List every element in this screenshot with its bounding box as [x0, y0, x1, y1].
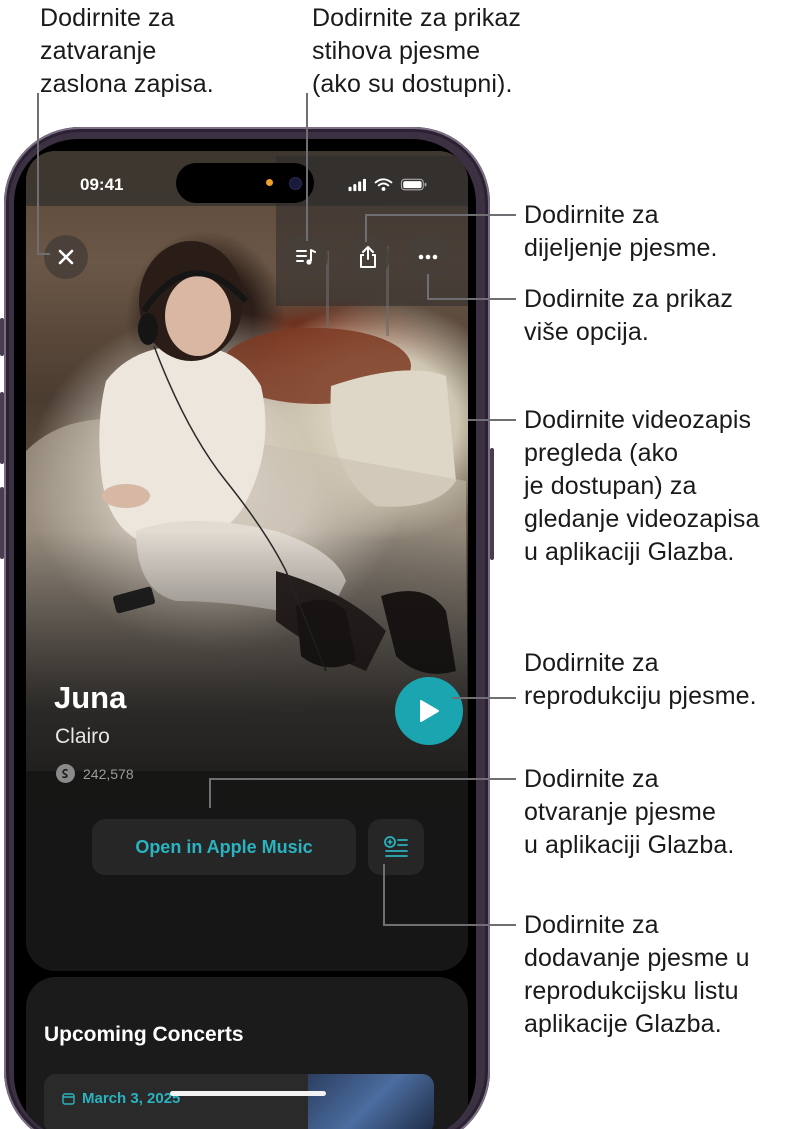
lyrics-callout-line	[306, 93, 308, 241]
close-callout-line-h	[37, 253, 50, 255]
song-title: Juna	[54, 680, 127, 715]
open-callout: Dodirnite za otvaranje pjesme u aplikaci…	[524, 765, 735, 859]
lyrics-callout: Dodirnite za prikaz stihova pjesme (ako …	[312, 4, 521, 98]
close-icon	[58, 249, 74, 265]
video-callout: Dodirnite videozapis pregleda (ako je do…	[524, 406, 760, 566]
hero-gradient	[26, 531, 468, 971]
upcoming-concerts-card: Upcoming Concerts March 3, 2025	[26, 977, 468, 1129]
play-icon	[420, 700, 439, 722]
ellipsis-icon	[418, 254, 438, 260]
song-hero-card: Juna Clairo 242,578 Open in Apple Music	[26, 151, 468, 971]
home-indicator[interactable]	[170, 1091, 326, 1096]
privacy-indicator	[266, 179, 273, 186]
close-callout-line	[37, 93, 39, 254]
dynamic-island	[176, 163, 314, 203]
phone-screen: Juna Clairo 242,578 Open in Apple Music	[14, 139, 476, 1129]
concert-item[interactable]: March 3, 2025	[44, 1074, 434, 1129]
page: Juna Clairo 242,578 Open in Apple Music	[0, 0, 812, 1129]
lyrics-button[interactable]	[284, 235, 328, 279]
share-callout: Dodirnite za dijeljenje pjesme.	[524, 201, 718, 262]
add-to-playlist-button[interactable]	[368, 819, 424, 875]
play-callout: Dodirnite za reprodukciju pjesme.	[524, 649, 757, 710]
play-button[interactable]	[395, 677, 463, 745]
concert-date-text: March 3, 2025	[82, 1090, 181, 1107]
more-callout-line-h	[428, 298, 516, 300]
share-callout-line-h	[366, 214, 516, 216]
shazam-count-value: 242,578	[83, 765, 134, 782]
more-options-button[interactable]	[406, 235, 450, 279]
shazam-count: 242,578	[56, 764, 134, 783]
open-callout-line-h	[210, 778, 516, 780]
video-callout-line	[468, 419, 516, 421]
battery-icon	[400, 178, 427, 191]
more-callout-line-v	[427, 274, 429, 300]
cellular-signal-icon	[348, 178, 366, 192]
shazam-icon	[56, 764, 75, 783]
volume-down-button	[0, 487, 4, 559]
calendar-icon	[62, 1093, 75, 1105]
more-callout: Dodirnite za prikaz više opcija.	[524, 285, 733, 346]
share-callout-line-v	[365, 214, 367, 242]
share-button[interactable]	[346, 235, 390, 279]
open-in-apple-music-button[interactable]: Open in Apple Music	[92, 819, 356, 875]
status-icons	[348, 178, 427, 192]
artist-name[interactable]: Clairo	[55, 725, 110, 749]
add-callout: Dodirnite za dodavanje pjesme u reproduk…	[524, 911, 750, 1038]
upcoming-concerts-heading: Upcoming Concerts	[44, 1023, 244, 1046]
close-callout: Dodirnite za zatvaranje zaslona zapisa.	[40, 4, 214, 98]
concert-thumbnail	[308, 1074, 434, 1129]
add-callout-line-h	[383, 924, 516, 926]
open-callout-line-v	[209, 778, 211, 808]
front-camera	[289, 177, 302, 190]
volume-up-button	[0, 392, 4, 464]
side-button	[490, 448, 494, 560]
wifi-icon	[374, 178, 393, 191]
add-callout-line-v	[383, 864, 385, 925]
add-to-playlist-icon	[384, 836, 408, 857]
concert-date: March 3, 2025	[62, 1090, 180, 1107]
action-button	[0, 318, 4, 356]
play-callout-line	[452, 697, 516, 699]
status-time: 09:41	[80, 175, 124, 194]
share-icon	[360, 246, 376, 268]
lyrics-icon	[296, 249, 316, 265]
close-button[interactable]	[44, 235, 88, 279]
